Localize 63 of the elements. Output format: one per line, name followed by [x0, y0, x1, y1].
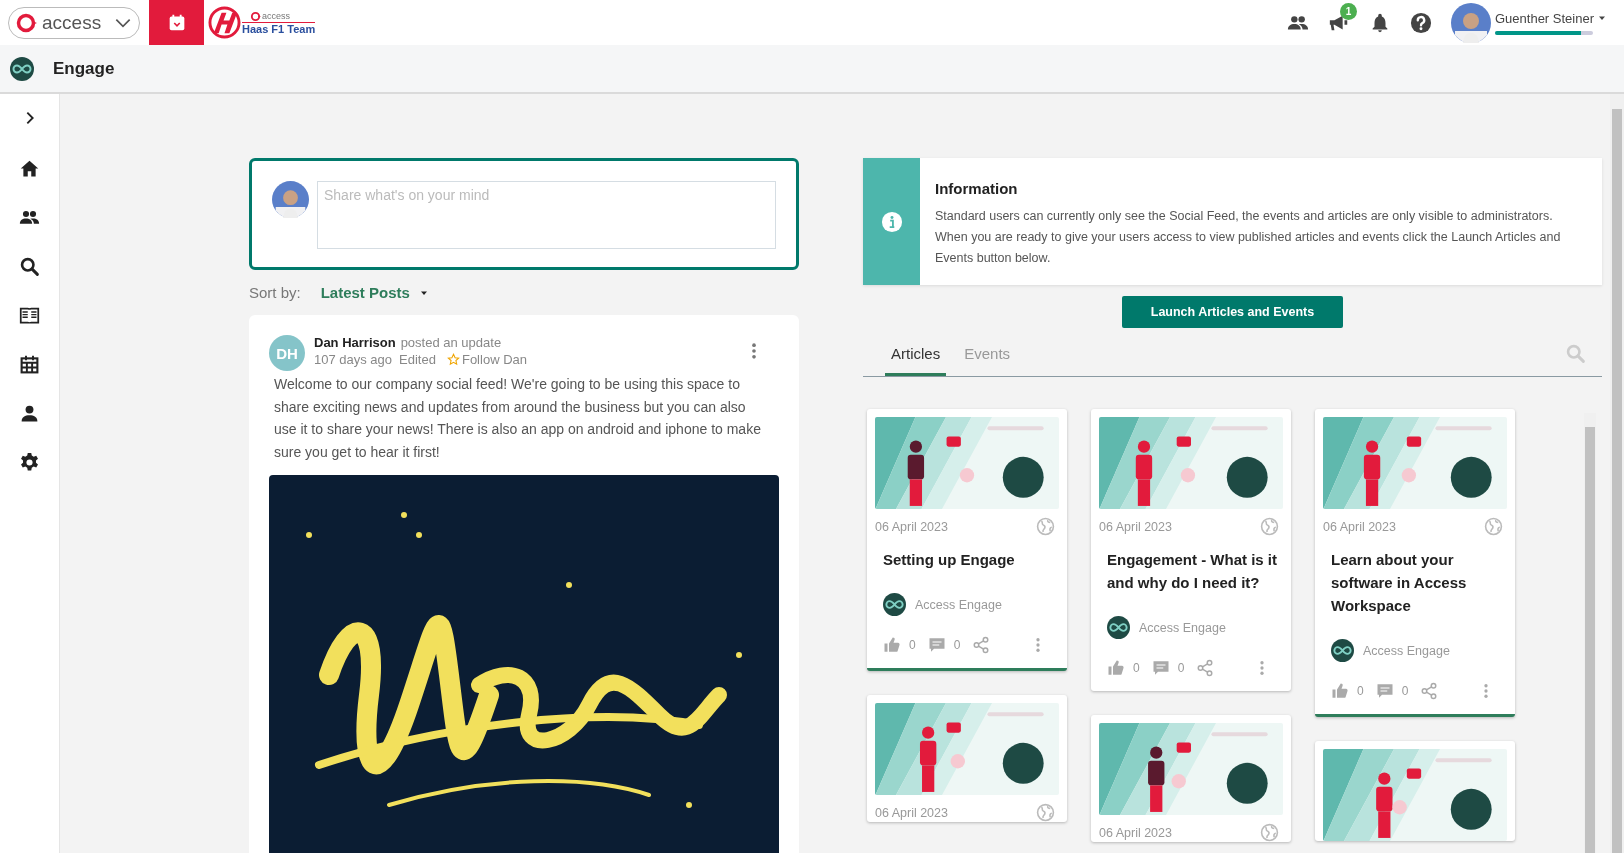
info-icon: [880, 210, 903, 233]
source-name: Access Engage: [1363, 643, 1450, 658]
initials-avatar: DH: [269, 335, 305, 371]
comment-count: 0: [1177, 661, 1185, 675]
infinity-logo-icon: [10, 56, 34, 81]
app-title: Engage: [53, 58, 115, 79]
article-card[interactable]: [1315, 741, 1515, 841]
post-time: 107 days ago: [314, 352, 393, 367]
ring-logo-icon: [15, 11, 39, 34]
infinity-logo-icon: [1107, 616, 1130, 639]
article-card[interactable]: 06 April 2023 Setting up Engage Access Engage 0 0: [867, 409, 1067, 671]
article-title[interactable]: Engagement - What is it and why do I need it?: [1107, 548, 1279, 594]
launch-button[interactable]: Launch Articles and Events: [1122, 296, 1343, 328]
globe-icon: [1036, 803, 1055, 822]
tab[interactable]: Articles: [885, 331, 947, 376]
notification-badge: 1: [1340, 2, 1357, 20]
avatar: [272, 181, 309, 218]
team-emblem-icon: [208, 6, 241, 39]
like-count: 0: [909, 638, 916, 652]
article-card[interactable]: 06 April 2023 Engagement - What is it and why do I need it? Access Engage 0 0: [1091, 409, 1291, 691]
calendar-icon[interactable]: [19, 354, 40, 375]
article-card[interactable]: 06 April 2023 Learn about your software in Access Workspace Access Engage 0 0: [1315, 409, 1515, 717]
search-icon[interactable]: [19, 256, 40, 277]
home-icon[interactable]: [19, 158, 40, 179]
infinity-logo-icon: [883, 593, 906, 616]
info-title: Information: [935, 180, 1019, 197]
author-name[interactable]: Dan Harrison: [314, 335, 396, 350]
comment-count: 0: [953, 638, 961, 652]
star-icon[interactable]: [446, 353, 460, 366]
help-icon[interactable]: [1410, 11, 1432, 34]
like-count: 0: [1133, 661, 1140, 675]
user-icon[interactable]: [19, 403, 40, 424]
comment-count: 0: [1401, 684, 1409, 698]
follow-link[interactable]: Follow Dan: [446, 352, 527, 367]
sort-dropdown[interactable]: Latest Posts: [320, 284, 430, 301]
article-date: 06 April 2023: [1099, 825, 1172, 840]
brand-label: access: [262, 11, 290, 21]
globe-icon: [1260, 823, 1279, 842]
article-title[interactable]: Learn about your software in Access Workspace: [1331, 548, 1503, 617]
globe-icon: [1484, 517, 1503, 536]
avatar: [1451, 2, 1491, 43]
source-name: Access Engage: [1139, 620, 1226, 635]
post-action: posted an update: [400, 335, 502, 350]
globe-icon: [1036, 517, 1055, 536]
article-date: 06 April 2023: [1099, 519, 1172, 534]
article-date: 06 April 2023: [875, 519, 948, 534]
book-icon[interactable]: [19, 305, 40, 326]
article-date: 06 April 2023: [1323, 519, 1396, 534]
globe-icon: [1260, 517, 1279, 536]
post-field[interactable]: Share what's on your mind: [317, 181, 776, 249]
post-text: Welcome to our company social feed! We're going to be using this space to share exciting news and updates from around the business but you can also use it to share your news! There is also an app on android and iphone to make sure you get to hear it first!: [274, 375, 762, 462]
calendar-app-button[interactable]: [149, 0, 204, 45]
user-name[interactable]: Guenther Steiner: [1495, 10, 1594, 26]
article-title[interactable]: Setting up Engage: [883, 548, 1055, 571]
info-text: Standard users can currently only see the Social Feed, the events and articles are only visible to administrators. When you are ready to give your users access to view published articles and events click the Launch Articles and Events button below.: [935, 208, 1562, 267]
edited-label: Edited: [399, 352, 436, 367]
like-count: 0: [1357, 684, 1364, 698]
article-date: 06 April 2023: [875, 805, 948, 820]
infinity-logo-icon: [1331, 639, 1354, 662]
settings-icon[interactable]: [19, 452, 40, 473]
source-name: Access Engage: [915, 597, 1002, 612]
team-name: Haas F1 Team: [242, 22, 316, 35]
sort-label: Sort by:: [249, 284, 301, 301]
